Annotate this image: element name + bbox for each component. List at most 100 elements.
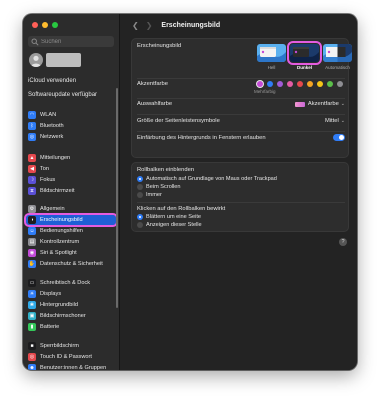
users-icon: ☻ xyxy=(28,364,36,370)
siri-icon: ◉ xyxy=(28,249,36,257)
wallpaper-icon: ❀ xyxy=(28,301,36,309)
popup-chevron-icon: ⌄ xyxy=(340,118,345,124)
sidebar-item-label: Datenschutz & Sicherheit xyxy=(40,261,103,267)
sidebar-item-displays[interactable]: ☀ Displays xyxy=(26,289,116,299)
dark-thumbnail-frame xyxy=(287,41,322,65)
bluetooth-icon: ᛒ xyxy=(28,122,36,130)
accent-color-swatch[interactable] xyxy=(337,81,343,87)
sidebar-item-hintergrundbild[interactable]: ❀ Hintergrundbild xyxy=(26,300,116,310)
apple-account[interactable] xyxy=(29,53,81,67)
window-controls xyxy=(32,22,58,28)
search-field[interactable] xyxy=(28,36,114,47)
accessibility-icon: ☺ xyxy=(28,227,36,235)
sidebar-item-allgemein[interactable]: ⚙ Allgemein xyxy=(26,204,116,214)
accent-color-swatch[interactable] xyxy=(257,81,263,87)
highlight-value: Akzentfarbe xyxy=(307,101,339,107)
minimize-button[interactable] xyxy=(42,22,48,28)
sidebar-item-bildschirmschoner[interactable]: ▣ Bildschirmschoner xyxy=(26,311,116,321)
auto-thumbnail xyxy=(323,44,352,62)
forward-icon[interactable]: ❯ xyxy=(146,21,153,30)
scroll-when-scrolling-radio[interactable]: Beim Scrollen xyxy=(137,184,181,190)
toolbar: ❮ ❯ Erscheinungsbild xyxy=(120,14,357,36)
appearance-label: Erscheinungsbild xyxy=(137,43,182,49)
sidebar-item-label: Batterie xyxy=(40,324,60,330)
sidebar-scrollbar[interactable] xyxy=(116,88,118,308)
icloud-link[interactable]: iCloud verwenden xyxy=(28,78,76,84)
sidebar-item-label: Fokus xyxy=(40,177,56,183)
accent-caption: Mehrfarbig xyxy=(254,89,276,94)
sidebar-item-sperrbildschirm[interactable]: ■ Sperrbildschirm xyxy=(26,341,116,351)
click-scroll-label: Klicken auf den Rollbalken bewirkt xyxy=(137,206,226,212)
wallpaper-tint-toggle[interactable] xyxy=(333,134,345,141)
scroll-always-label: Immer xyxy=(146,192,162,198)
accent-color-swatch[interactable] xyxy=(287,81,293,87)
sidebar-item-datenschutz-sicherheit[interactable]: ✋ Datenschutz & Sicherheit xyxy=(26,259,116,269)
sidebar-item-siri-spotlight[interactable]: ◉ Siri & Spotlight xyxy=(26,248,116,258)
appearance-light-label: Hell xyxy=(267,65,276,70)
hourglass-icon: ⧖ xyxy=(28,187,36,195)
appearance-light-option[interactable]: Hell xyxy=(257,44,286,70)
appearance-dark-option[interactable]: Dunkel xyxy=(287,41,322,70)
sidebar-item-batterie[interactable]: ▮ Batterie xyxy=(26,322,116,332)
sidebar-icon-size-value: Mittel xyxy=(324,118,339,124)
scrollbars-label: Rollbalken einblenden xyxy=(137,167,195,173)
sidebar-item-label: Siri & Spotlight xyxy=(40,250,77,256)
sidebar-item-kontrollzentrum[interactable]: ▤ Kontrollzentrum xyxy=(26,237,116,247)
accent-color-swatch[interactable] xyxy=(267,81,273,87)
sidebar-item-bluetooth[interactable]: ᛒ Bluetooth xyxy=(26,121,116,131)
highlight-popup[interactable]: Akzentfarbe ⌄ xyxy=(294,101,345,107)
sidebar: iCloud verwenden Softwareupdate verfügba… xyxy=(23,14,120,370)
click-spot-label: Anzeigen dieser Stelle xyxy=(146,222,202,228)
control-center-icon: ▤ xyxy=(28,238,36,246)
radio-icon xyxy=(137,184,143,190)
click-page-radio[interactable]: Blättern um eine Seite xyxy=(137,214,201,220)
click-page-label: Blättern um eine Seite xyxy=(146,214,202,220)
accent-color-swatch[interactable] xyxy=(297,81,303,87)
sidebar-item-touch-id-passwort[interactable]: ◎ Touch ID & Passwort xyxy=(26,352,116,362)
scroll-always-radio[interactable]: Immer xyxy=(137,192,162,198)
speaker-icon: ◀ xyxy=(28,165,36,173)
close-button[interactable] xyxy=(32,22,38,28)
accent-color-swatch[interactable] xyxy=(277,81,283,87)
accent-label: Akzentfarbe xyxy=(137,81,168,87)
click-spot-radio[interactable]: Anzeigen dieser Stelle xyxy=(137,222,202,228)
sidebar-item-ton[interactable]: ◀ Ton xyxy=(26,164,116,174)
appearance-auto-option[interactable]: Automatisch xyxy=(323,44,352,70)
search-input[interactable] xyxy=(41,38,111,45)
software-update-link[interactable]: Softwareupdate verfügbar xyxy=(28,92,97,98)
settings-window: iCloud verwenden Softwareupdate verfügba… xyxy=(23,14,357,370)
sidebar-item-wlan[interactable]: ◠ WLAN xyxy=(26,110,116,120)
accent-color-swatch[interactable] xyxy=(307,81,313,87)
fingerprint-icon: ◎ xyxy=(28,353,36,361)
accent-color-swatch[interactable] xyxy=(327,81,333,87)
account-name-redacted xyxy=(46,53,81,67)
screensaver-icon: ▣ xyxy=(28,312,36,320)
appearance-auto-label: Automatisch xyxy=(325,65,350,70)
sidebar-item-erscheinungsbild[interactable]: ◑ Erscheinungsbild xyxy=(24,213,118,227)
sidebar-item-schreibtisch-dock[interactable]: ▭ Schreibtisch & Dock xyxy=(26,278,116,288)
lock-icon: ■ xyxy=(28,342,36,350)
radio-selected-icon xyxy=(137,214,143,220)
sidebar-item-label: Allgemein xyxy=(40,206,65,212)
accent-color-swatch[interactable] xyxy=(317,81,323,87)
sidebar-item-mitteilungen[interactable]: ▲ Mitteilungen xyxy=(26,153,116,163)
dark-thumbnail xyxy=(290,44,319,62)
sidebar-item-benutzer-innen-gruppen[interactable]: ☻ Benutzer:innen & Gruppen xyxy=(26,363,116,370)
sidebar-item-fokus[interactable]: ☽ Fokus xyxy=(26,175,116,185)
scroll-when-scrolling-label: Beim Scrollen xyxy=(146,184,181,190)
scroll-auto-radio[interactable]: Automatisch auf Grundlage von Maus oder … xyxy=(137,176,277,182)
dock-icon: ▭ xyxy=(28,279,36,287)
zoom-button[interactable] xyxy=(52,22,58,28)
globe-icon: ◎ xyxy=(28,133,36,141)
radio-icon xyxy=(137,222,143,228)
sidebar-icon-size-popup[interactable]: Mittel ⌄ xyxy=(325,118,345,124)
sidebar-item-bildschirmzeit[interactable]: ⧖ Bildschirmzeit xyxy=(26,186,116,196)
sidebar-item-label: Sperrbildschirm xyxy=(40,343,79,349)
sidebar-item-label: Erscheinungsbild xyxy=(40,217,83,223)
sidebar-item-bedienungshilfen[interactable]: ☺ Bedienungshilfen xyxy=(26,226,116,236)
back-icon[interactable]: ❮ xyxy=(132,21,139,30)
sidebar-item-netzwerk[interactable]: ◎ Netzwerk xyxy=(26,132,116,142)
sidebar-item-label: Bildschirmzeit xyxy=(40,188,75,194)
help-button[interactable]: ? xyxy=(339,238,347,246)
sidebar-icon-size-label: Größe der Seitenleistensymbole xyxy=(137,118,220,124)
